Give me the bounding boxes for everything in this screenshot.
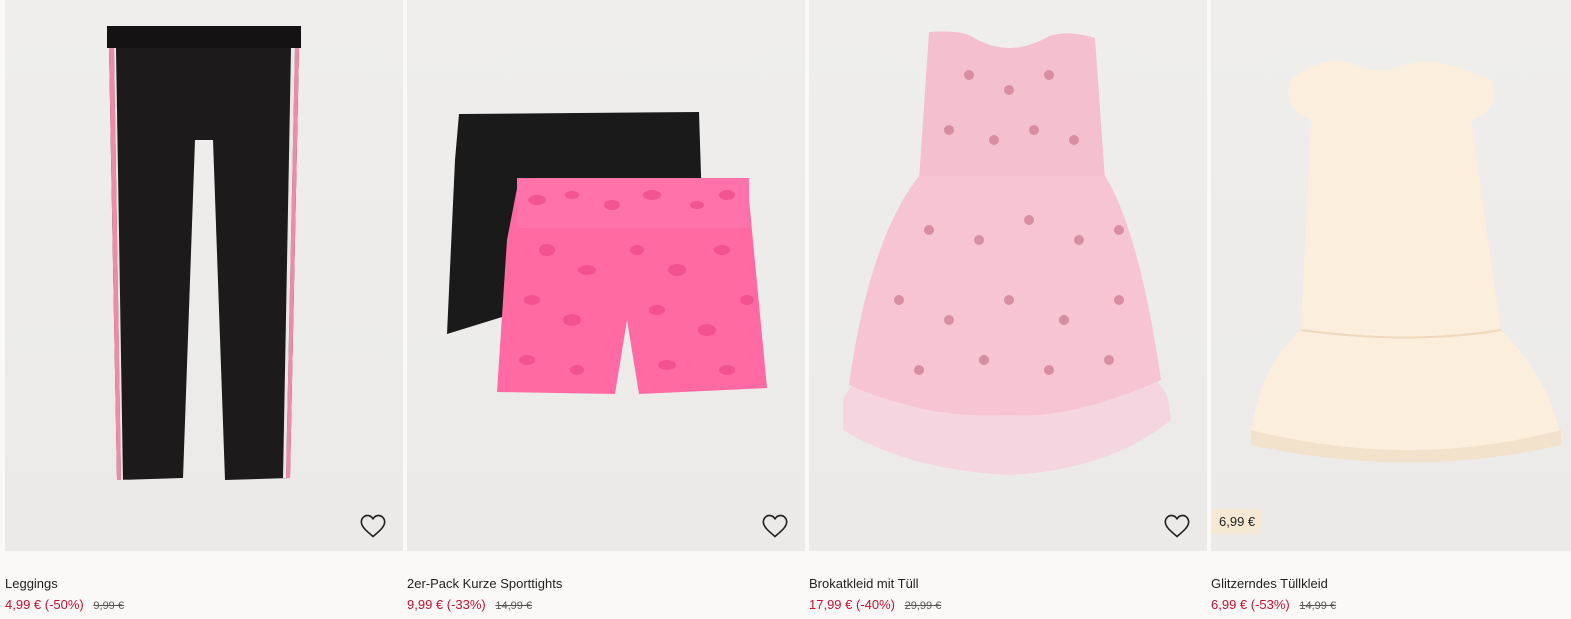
product-prices: 9,99 € (-33%) 14,99 € [407, 595, 805, 616]
tulle-dress-illustration [1251, 60, 1561, 463]
product-card[interactable]: Brokatkleid mit Tüll 17,99 € (-40%) 29,9… [809, 0, 1207, 619]
shorts-illustration [447, 112, 767, 394]
product-image-sporttights[interactable] [407, 0, 805, 551]
product-grid: Leggings 4,99 € (-50%) 9,99 € 2er-Pack K… [0, 0, 1571, 619]
original-price: 9,99 € [93, 600, 124, 612]
sale-price: 6,99 € (-53%) [1211, 597, 1290, 612]
heart-outline-icon[interactable] [761, 512, 789, 540]
product-card[interactable]: 6,99 € Glitzerndes Tüllkleid 6,99 € (-53… [1211, 0, 1571, 619]
sale-price: 4,99 € (-50%) [5, 597, 84, 612]
product-info: Brokatkleid mit Tüll 17,99 € (-40%) 29,9… [809, 551, 1207, 616]
sale-price: 17,99 € (-40%) [809, 597, 895, 612]
product-card[interactable]: 2er-Pack Kurze Sporttights 9,99 € (-33%)… [407, 0, 805, 619]
product-title[interactable]: Brokatkleid mit Tüll [809, 575, 1207, 593]
product-title[interactable]: Leggings [5, 575, 403, 593]
leggings-illustration [107, 26, 301, 480]
product-image-brokatkleid[interactable] [809, 0, 1207, 551]
original-price: 29,99 € [904, 600, 942, 612]
product-title[interactable]: Glitzerndes Tüllkleid [1211, 575, 1571, 593]
product-prices: 17,99 € (-40%) 29,99 € [809, 595, 1207, 616]
original-price: 14,99 € [495, 600, 533, 612]
price-badge: 6,99 € [1212, 509, 1263, 534]
product-image-leggings[interactable] [5, 0, 403, 551]
heart-outline-icon[interactable] [359, 512, 387, 540]
sale-price: 9,99 € (-33%) [407, 597, 486, 612]
product-title[interactable]: 2er-Pack Kurze Sporttights [407, 575, 805, 593]
product-info: Glitzerndes Tüllkleid 6,99 € (-53%) 14,9… [1211, 551, 1571, 616]
product-image-tuellkleid[interactable]: 6,99 € [1211, 0, 1571, 551]
product-info: 2er-Pack Kurze Sporttights 9,99 € (-33%)… [407, 551, 805, 616]
product-prices: 6,99 € (-53%) 14,99 € [1211, 595, 1571, 616]
product-prices: 4,99 € (-50%) 9,99 € [5, 595, 403, 616]
product-info: Leggings 4,99 € (-50%) 9,99 € [5, 551, 403, 616]
original-price: 14,99 € [1299, 600, 1337, 612]
dress-illustration [843, 31, 1171, 475]
heart-outline-icon[interactable] [1163, 512, 1191, 540]
product-card[interactable]: Leggings 4,99 € (-50%) 9,99 € [5, 0, 403, 619]
